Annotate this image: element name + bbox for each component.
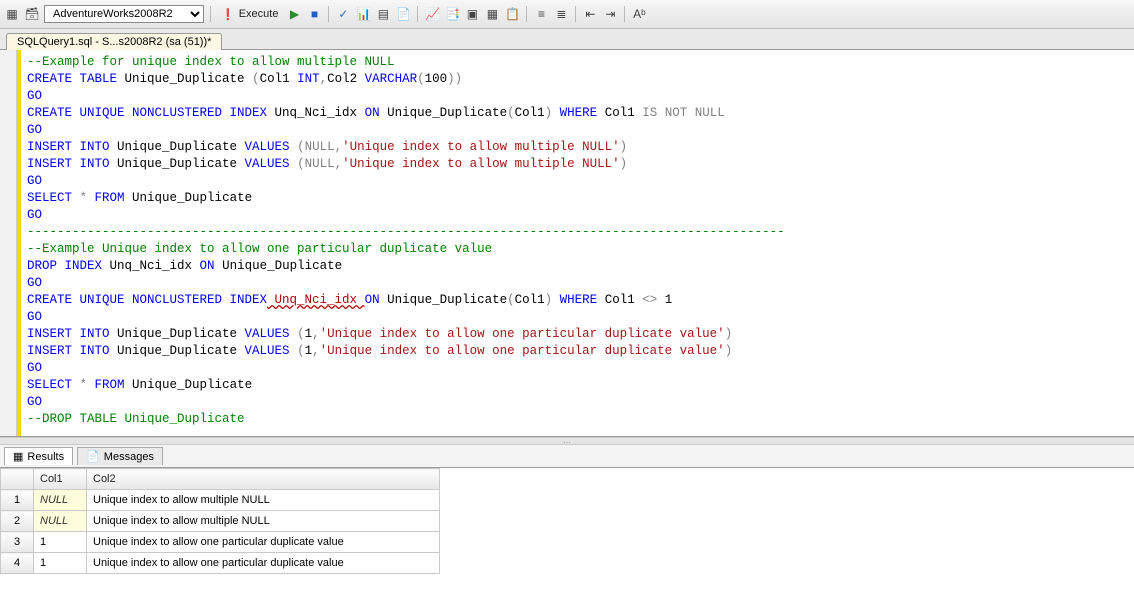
parse-icon[interactable]: ✓ xyxy=(335,6,351,22)
cell-col2[interactable]: Unique index to allow multiple NULL xyxy=(87,511,440,532)
decrease-indent-icon[interactable]: ⇤ xyxy=(582,6,598,22)
execute-label: Execute xyxy=(239,8,279,20)
cell-col1[interactable]: NULL xyxy=(34,511,87,532)
change-connection-icon[interactable]: ▦ xyxy=(4,6,20,22)
messages-icon: 📄 xyxy=(86,450,100,463)
increase-indent-icon[interactable]: ⇥ xyxy=(602,6,618,22)
tab-messages-label: Messages xyxy=(104,451,154,463)
col-col1[interactable]: Col1 xyxy=(34,469,87,490)
document-tab-label: SQLQuery1.sql - S...s2008R2 (sa (51))* xyxy=(17,36,211,48)
database-combo[interactable]: AdventureWorks2008R2 xyxy=(44,5,204,23)
debug-icon[interactable]: ▶ xyxy=(286,6,302,22)
table-row[interactable]: 41Unique index to allow one particular d… xyxy=(1,553,440,574)
results-grid-wrap: Col1 Col2 1NULLUnique index to allow mul… xyxy=(0,468,1134,578)
execute-icon: ❗ xyxy=(221,8,235,21)
results-grid[interactable]: Col1 Col2 1NULLUnique index to allow mul… xyxy=(0,468,440,574)
query-options-icon[interactable]: ▤ xyxy=(375,6,391,22)
separator xyxy=(624,6,625,22)
row-number[interactable]: 2 xyxy=(1,511,34,532)
db-icon: 🗃 xyxy=(24,6,40,22)
editor-gutter xyxy=(0,50,17,436)
cell-col1[interactable]: 1 xyxy=(34,553,87,574)
tab-messages[interactable]: 📄 Messages xyxy=(77,447,163,465)
row-number[interactable]: 3 xyxy=(1,532,34,553)
cell-col2[interactable]: Unique index to allow multiple NULL xyxy=(87,490,440,511)
table-row[interactable]: 31Unique index to allow one particular d… xyxy=(1,532,440,553)
separator xyxy=(575,6,576,22)
results-file-icon[interactable]: 📋 xyxy=(504,6,520,22)
client-stats-icon[interactable]: 📑 xyxy=(444,6,460,22)
sql-editor[interactable]: --Example for unique index to allow mult… xyxy=(0,50,1134,437)
results-tab-strip: ▦ Results 📄 Messages xyxy=(0,445,1134,468)
col-col2[interactable]: Col2 xyxy=(87,469,440,490)
table-row[interactable]: 2NULLUnique index to allow multiple NULL xyxy=(1,511,440,532)
tab-results-label: Results xyxy=(27,451,64,463)
cell-col1[interactable]: 1 xyxy=(34,532,87,553)
row-number[interactable]: 4 xyxy=(1,553,34,574)
splitter[interactable]: ··· xyxy=(0,437,1134,445)
comment-icon[interactable]: ≡ xyxy=(533,6,549,22)
stop-icon[interactable]: ■ xyxy=(306,6,322,22)
specify-values-icon[interactable]: Aᵇ xyxy=(631,6,647,22)
actual-plan-icon[interactable]: 📈 xyxy=(424,6,440,22)
results-text-icon[interactable]: ▣ xyxy=(464,6,480,22)
execute-button[interactable]: ❗ Execute xyxy=(217,8,282,21)
separator xyxy=(328,6,329,22)
table-row[interactable]: 1NULLUnique index to allow multiple NULL xyxy=(1,490,440,511)
code-area[interactable]: --Example for unique index to allow mult… xyxy=(21,50,1134,436)
separator xyxy=(210,6,211,22)
grid-icon: ▦ xyxy=(13,450,23,463)
separator xyxy=(417,6,418,22)
cell-col2[interactable]: Unique index to allow one particular dup… xyxy=(87,532,440,553)
document-tab[interactable]: SQLQuery1.sql - S...s2008R2 (sa (51))* xyxy=(6,33,222,50)
separator xyxy=(526,6,527,22)
col-rownum[interactable] xyxy=(1,469,34,490)
intellisense-icon[interactable]: 📄 xyxy=(395,6,411,22)
tab-results[interactable]: ▦ Results xyxy=(4,447,73,465)
results-grid-icon[interactable]: ▦ xyxy=(484,6,500,22)
main-toolbar: ▦ 🗃 AdventureWorks2008R2 ❗ Execute ▶ ■ ✓… xyxy=(0,0,1134,29)
uncomment-icon[interactable]: ≣ xyxy=(553,6,569,22)
cell-col1[interactable]: NULL xyxy=(34,490,87,511)
row-number[interactable]: 1 xyxy=(1,490,34,511)
cell-col2[interactable]: Unique index to allow one particular dup… xyxy=(87,553,440,574)
estimated-plan-icon[interactable]: 📊 xyxy=(355,6,371,22)
document-tab-strip: SQLQuery1.sql - S...s2008R2 (sa (51))* xyxy=(0,29,1134,50)
